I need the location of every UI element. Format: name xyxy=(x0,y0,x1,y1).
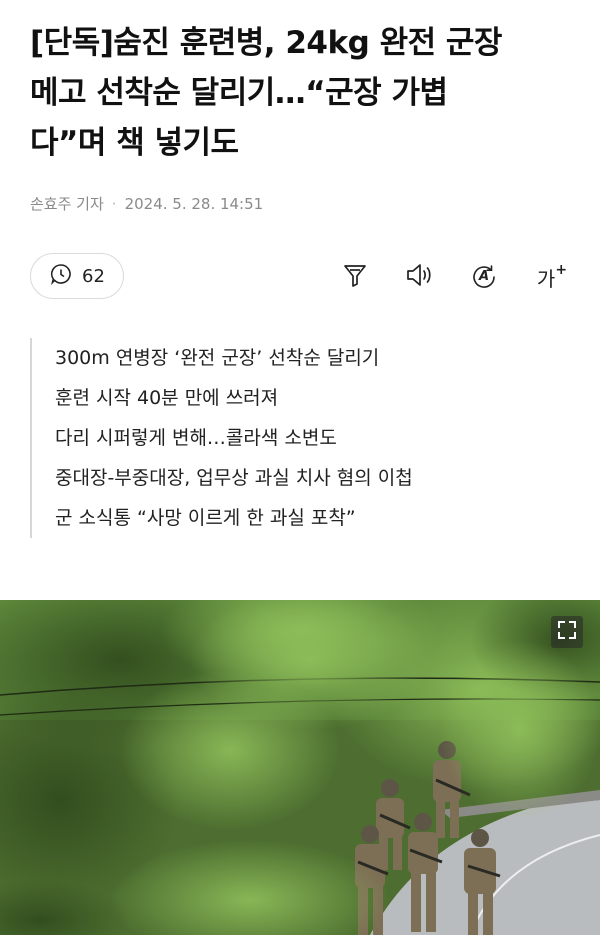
headline-line-3: 다”며 책 넣기도 xyxy=(30,125,239,161)
summary-line: 군 소식통 “사망 이르게 한 과실 포착” xyxy=(55,507,356,529)
font-size-label: 가 xyxy=(536,266,556,291)
translate-letter: A xyxy=(478,269,490,284)
summary-line: 중대장-부중대장, 업무상 과실 치사 혐의 이첩 xyxy=(55,467,413,489)
article-headline: [단독]숨진 훈련병, 24kg 완전 군장 메고 선착순 달리기…“군장 가볍… xyxy=(30,18,575,168)
font-size-button[interactable]: 가+ xyxy=(532,260,572,294)
summary-filter-icon xyxy=(341,261,369,293)
font-size-plus: + xyxy=(555,261,568,278)
summary-line: 훈련 시작 40분 만에 쓰러져 xyxy=(55,387,279,409)
speaker-icon xyxy=(404,261,434,293)
article-photo[interactable] xyxy=(0,600,600,935)
headline-line-1: [단독]숨진 훈련병, 24kg 완전 군장 xyxy=(30,25,502,61)
summary-line: 300m 연병장 ‘완전 군장’ 선착순 달리기 xyxy=(55,347,380,369)
comment-button[interactable]: 62 xyxy=(30,253,124,299)
article-toolbar: 62 A 가+ xyxy=(30,253,575,301)
font-size-icon: 가+ xyxy=(536,261,568,292)
reporter-name[interactable]: 손효주 기자 xyxy=(30,193,104,214)
summary-line: 다리 시퍼렇게 변해…콜라색 소변도 xyxy=(55,427,337,449)
article-byline: 손효주 기자 · 2024. 5. 28. 14:51 xyxy=(30,193,263,214)
photo-illustration xyxy=(0,600,600,935)
listen-button[interactable] xyxy=(402,260,436,294)
comment-clock-icon xyxy=(49,262,73,291)
article-summary: 300m 연병장 ‘완전 군장’ 선착순 달리기 훈련 시작 40분 만에 쓰러… xyxy=(30,338,570,538)
comment-count: 62 xyxy=(82,265,105,287)
byline-separator: · xyxy=(111,194,117,213)
photo-expand-button[interactable] xyxy=(551,616,583,648)
translate-button[interactable]: A xyxy=(467,260,501,294)
summary-filter-button[interactable] xyxy=(338,260,372,294)
headline-line-2: 메고 선착순 달리기…“군장 가볍 xyxy=(30,75,448,111)
expand-icon xyxy=(556,619,578,645)
publish-datetime: 2024. 5. 28. 14:51 xyxy=(124,194,264,213)
translate-icon: A xyxy=(469,262,499,292)
